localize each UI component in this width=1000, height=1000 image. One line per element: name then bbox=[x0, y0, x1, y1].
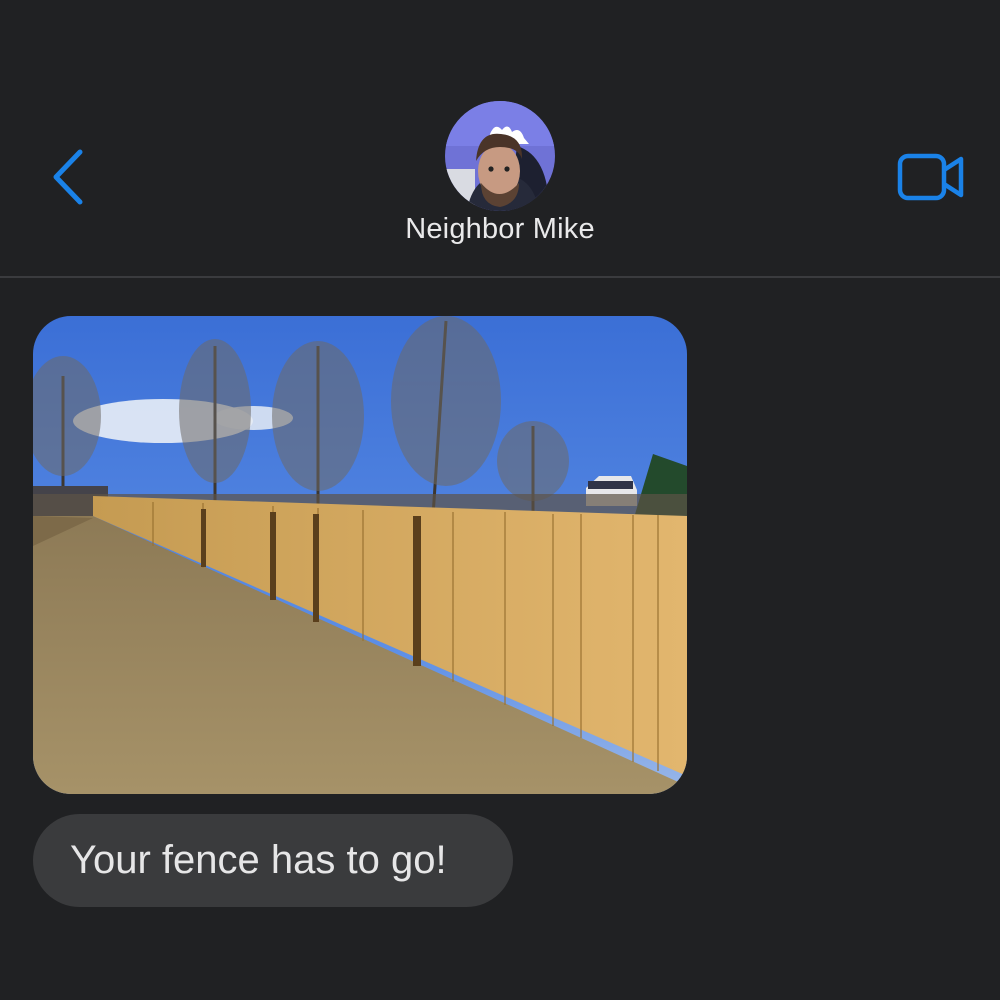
avatar[interactable] bbox=[445, 101, 555, 211]
message-bubble[interactable]: Your fence has to go! bbox=[33, 814, 513, 907]
back-button[interactable] bbox=[44, 146, 94, 208]
video-call-button[interactable] bbox=[893, 148, 971, 206]
header-divider bbox=[0, 276, 1000, 278]
chevron-left-icon bbox=[53, 149, 83, 205]
message-text: Your fence has to go! bbox=[70, 838, 447, 882]
conversation-header: Neighbor Mike bbox=[0, 0, 1000, 277]
video-camera-icon bbox=[897, 153, 964, 201]
message-image[interactable] bbox=[33, 316, 687, 794]
contact-name[interactable]: Neighbor Mike bbox=[300, 213, 700, 246]
